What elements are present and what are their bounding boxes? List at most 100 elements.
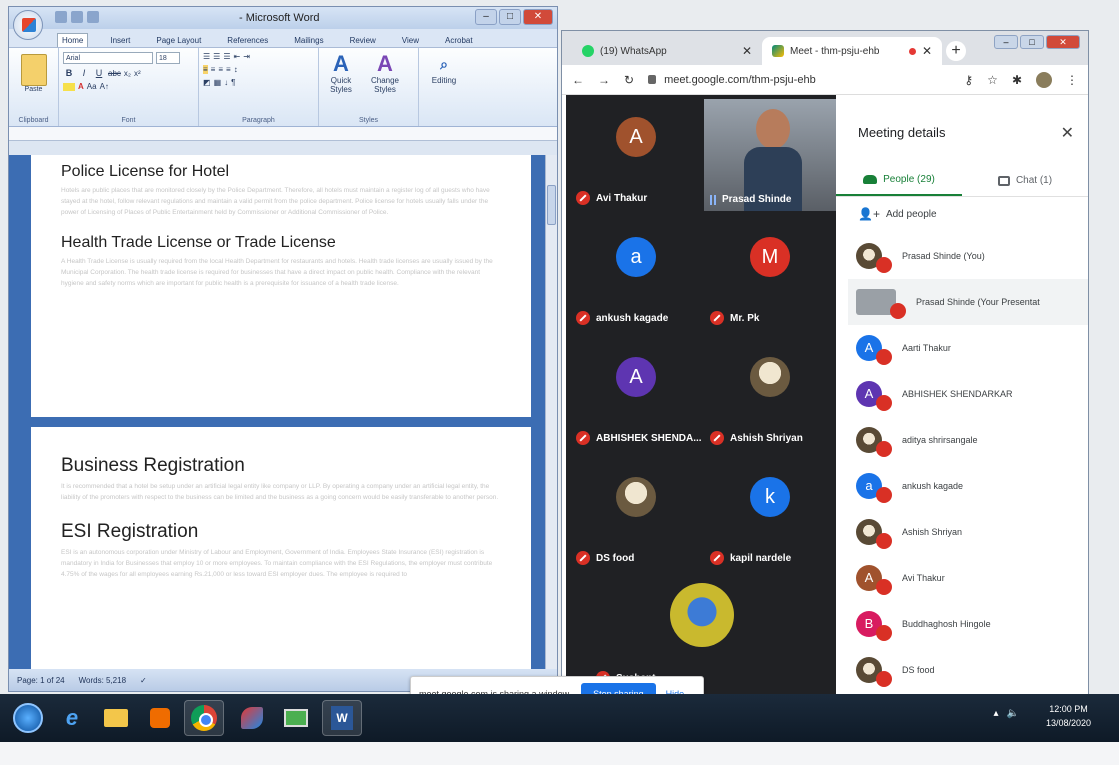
bold-button[interactable]: B [63,68,75,78]
clock[interactable]: 12:00 PM 13/08/2020 [1046,702,1091,730]
shading-icon[interactable]: ◩ [203,78,211,87]
key-icon[interactable]: ⚷ [964,73,973,87]
participant-tile[interactable]: Sushant... [596,579,766,687]
people-list-item[interactable]: Prasad Shinde (You) [856,233,1080,279]
change-case-icon[interactable]: Aa [87,82,97,91]
quick-access-toolbar[interactable] [55,11,99,23]
minimize-button[interactable]: – [475,9,497,25]
participant-tile[interactable]: A ABHISHEK SHENDA... [570,339,702,447]
people-list-item[interactable]: a ankush kagade [856,463,1080,509]
page-count[interactable]: Page: 1 of 24 [17,676,65,685]
star-icon[interactable]: ☆ [987,73,998,87]
people-list-item[interactable]: aditya shrirsangale [856,417,1080,463]
line-spacing-icon[interactable]: ↕ [234,65,238,74]
profile-avatar[interactable] [1036,71,1052,88]
close-tab-icon[interactable]: ✕ [742,44,752,58]
people-list-item[interactable]: DS food [856,647,1080,693]
align-right-icon[interactable]: ≡ [218,65,223,74]
show-marks-icon[interactable]: ¶ [231,78,235,87]
tab-page-layout[interactable]: Page Layout [152,34,205,47]
menu-icon[interactable]: ⋮ [1066,73,1078,87]
maximize-button[interactable]: □ [1020,35,1044,49]
strikethrough-button[interactable]: abc [108,69,121,78]
borders-icon[interactable]: ▦ [214,78,222,87]
people-list-item[interactable]: A Avi Thakur [856,555,1080,601]
grow-font-icon[interactable]: A↑ [100,82,109,91]
tab-review[interactable]: Review [346,34,380,47]
italic-button[interactable]: I [78,68,90,78]
vertical-scrollbar[interactable] [545,155,557,669]
quick-styles-button[interactable]: A Quick Styles [323,52,359,122]
close-button[interactable]: ✕ [523,9,553,25]
tab-home[interactable]: Home [57,33,89,47]
font-name-select[interactable]: Arial [63,52,153,64]
participant-tile[interactable]: Ashish Shriyan [704,339,834,447]
tab-meet[interactable]: Meet - thm-psju-ehb ✕ [762,37,942,65]
start-button[interactable] [8,700,48,736]
people-list-item[interactable]: Prasad Shinde (Your Presentat [848,279,1088,325]
lock-icon[interactable] [648,75,657,84]
close-tab-icon[interactable]: ✕ [922,44,932,58]
tab-people[interactable]: People (29) [836,165,962,196]
font-color-icon[interactable]: A [78,82,84,91]
participant-tile[interactable]: a ankush kagade [570,219,700,327]
people-list-item[interactable]: A Aarti Thakur [856,325,1080,371]
scroll-thumb[interactable] [547,185,556,225]
people-list-item[interactable]: B Buddhaghosh Hingole [856,601,1080,647]
multilevel-list-icon[interactable]: ☰ [223,52,230,61]
tab-mailings[interactable]: Mailings [290,34,327,47]
superscript-button[interactable]: x² [134,69,141,78]
bullets-icon[interactable]: ☰ [203,52,210,61]
close-icon[interactable]: ✕ [1061,123,1074,143]
participant-tile[interactable]: M Mr. Pk [704,219,834,327]
add-people-button[interactable]: 👤+ Add people [858,207,937,221]
taskbar-word[interactable]: W [322,700,362,736]
change-styles-button[interactable]: A Change Styles [365,52,405,122]
forward-icon[interactable]: → [598,73,610,87]
highlight-icon[interactable] [63,82,75,91]
minimize-button[interactable]: – [994,35,1018,49]
taskbar-paint[interactable] [232,700,272,736]
tab-whatsapp[interactable]: (19) WhatsApp ✕ [572,37,762,65]
people-list-item[interactable]: A ABHISHEK SHENDARKAR [856,371,1080,417]
tab-chat[interactable]: Chat (1) [962,165,1088,196]
increase-indent-icon[interactable]: ⇥ [243,52,250,61]
office-button[interactable] [13,10,43,40]
url-field[interactable]: meet.google.com/thm-psju-ehb [664,74,816,86]
align-left-icon[interactable]: ≡ [203,65,208,74]
taskbar-media-player[interactable] [140,700,180,736]
volume-icon[interactable]: 🔈 [1007,708,1019,719]
proofing-icon[interactable]: ✓ [140,676,147,685]
extensions-icon[interactable]: ✱ [1012,73,1022,87]
tab-view[interactable]: View [398,34,423,47]
close-button[interactable]: ✕ [1046,35,1080,49]
participant-tile[interactable]: k kapil nardele [704,459,834,567]
taskbar-screen[interactable] [276,700,316,736]
people-list-item[interactable]: Ashish Shriyan [856,509,1080,555]
word-count[interactable]: Words: 5,218 [79,676,126,685]
maximize-button[interactable]: □ [499,9,521,25]
sort-icon[interactable]: ↓ [224,78,228,87]
tray-arrow-icon[interactable]: ▴ [994,708,999,719]
paste-icon[interactable] [20,54,47,86]
new-tab-button[interactable]: + [946,41,966,61]
tab-insert[interactable]: Insert [106,34,134,47]
numbering-icon[interactable]: ☰ [213,52,220,61]
back-icon[interactable]: ← [572,73,584,87]
taskbar-explorer[interactable] [96,700,136,736]
decrease-indent-icon[interactable]: ⇤ [234,52,241,61]
tab-acrobat[interactable]: Acrobat [441,34,477,47]
reload-icon[interactable]: ↻ [624,73,634,87]
editing-group[interactable]: ⌕ Editing [419,48,469,126]
tab-references[interactable]: References [223,34,272,47]
participant-tile[interactable]: A Avi Thakur [570,99,700,207]
justify-icon[interactable]: ≡ [226,65,231,74]
taskbar-chrome[interactable] [184,700,224,736]
participant-video-tile[interactable]: Prasad Shinde [704,99,838,211]
align-center-icon[interactable]: ≡ [211,65,216,74]
participant-tile[interactable]: DS food [570,459,700,567]
font-size-select[interactable]: 18 [156,52,180,64]
taskbar-ie[interactable]: e [52,700,92,736]
subscript-button[interactable]: x₂ [124,69,131,78]
underline-button[interactable]: U [93,68,105,78]
